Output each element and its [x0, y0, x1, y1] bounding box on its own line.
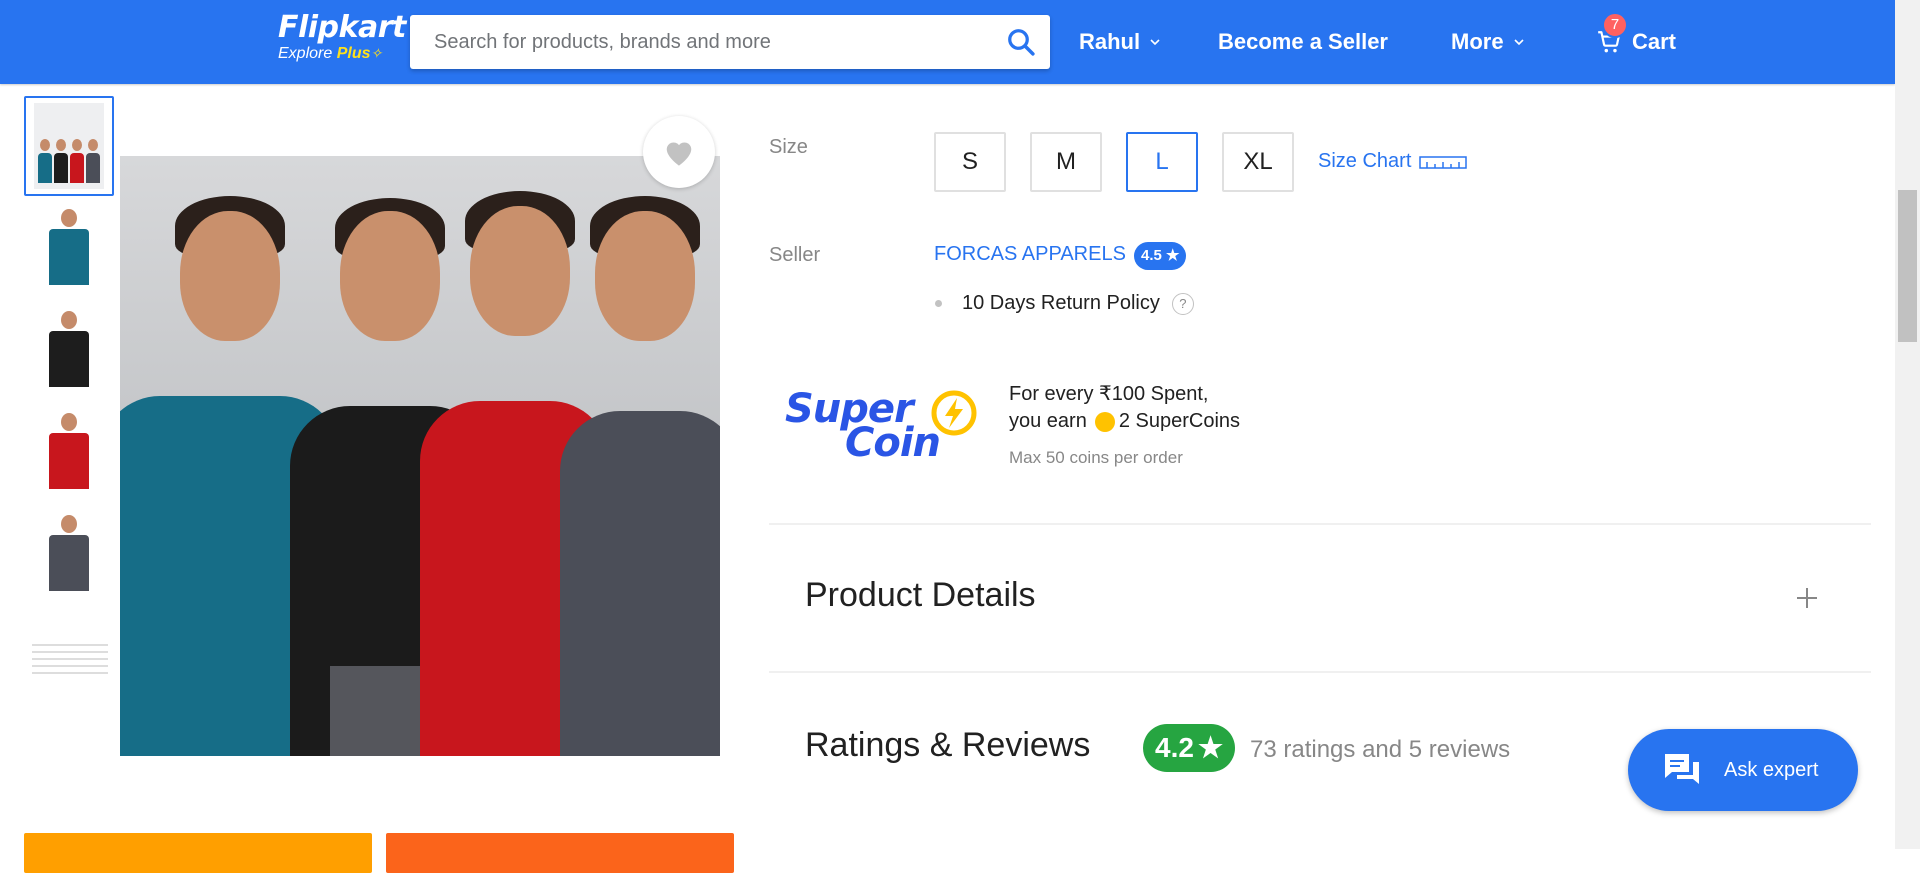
- thumbnail-size-chart[interactable]: [32, 644, 108, 678]
- wishlist-button[interactable]: [643, 116, 715, 188]
- logo-tagline: Explore Plus✧: [278, 44, 398, 63]
- ruler-icon: [1419, 155, 1468, 169]
- supercoin-offer-line1: For every ₹100 Spent,: [1009, 383, 1209, 405]
- thumbnail-image: [34, 409, 104, 495]
- expand-plus-icon[interactable]: [1792, 583, 1822, 613]
- ratings-reviews-heading: Ratings & Reviews: [805, 726, 1091, 764]
- chat-bubbles-icon: [1665, 754, 1699, 784]
- size-chart-label: Size Chart: [1318, 150, 1412, 172]
- size-option-l[interactable]: L: [1126, 132, 1198, 192]
- thumbnail-image: [34, 205, 104, 291]
- size-option-s[interactable]: S: [934, 132, 1006, 192]
- size-option-m[interactable]: M: [1030, 132, 1102, 192]
- section-divider: [769, 671, 1871, 673]
- rating-summary: 73 ratings and 5 reviews: [1250, 736, 1511, 763]
- flipkart-logo[interactable]: Flipkart Explore Plus✧: [278, 10, 406, 70]
- return-policy: 10 Days Return Policy ?: [935, 292, 1194, 315]
- more-menu[interactable]: More: [1451, 24, 1526, 60]
- model-teal: [120, 156, 340, 756]
- coin-icon: [1094, 411, 1115, 432]
- ask-expert-button[interactable]: Ask expert: [1628, 729, 1858, 811]
- buy-now-button[interactable]: [386, 833, 734, 873]
- page-scrollbar[interactable]: [1895, 0, 1920, 849]
- search-bar: [410, 15, 1050, 69]
- seller-label: Seller: [769, 244, 821, 266]
- size-option-xl[interactable]: XL: [1222, 132, 1294, 192]
- product-details-heading[interactable]: Product Details: [805, 576, 1036, 615]
- thumbnail-3[interactable]: [24, 300, 114, 400]
- thumbnail-4[interactable]: [24, 402, 114, 502]
- account-menu[interactable]: Rahul: [1079, 24, 1162, 60]
- logo-tagline-plus: Plus: [336, 45, 371, 62]
- supercoin-offer-line2: you earn 2 SuperCoins: [1009, 410, 1240, 433]
- account-label: Rahul: [1079, 29, 1141, 54]
- model-grey: [550, 156, 720, 756]
- help-icon[interactable]: ?: [1171, 292, 1194, 315]
- scrollbar-thumb[interactable]: [1898, 190, 1917, 342]
- size-label: Size: [769, 136, 808, 158]
- thumbnail-image: [34, 307, 104, 393]
- more-label: More: [1451, 29, 1504, 54]
- plus-star-icon: ✧: [370, 45, 383, 61]
- logo-tagline-explore: Explore: [278, 45, 333, 62]
- star-icon: ★: [1161, 247, 1180, 264]
- add-to-cart-button[interactable]: [24, 833, 372, 873]
- lightning-coin-icon: [931, 390, 977, 436]
- thumbnail-image: [34, 103, 104, 189]
- seller-rating-value: 4.5: [1141, 247, 1162, 264]
- become-seller-link[interactable]: Become a Seller: [1218, 24, 1388, 60]
- section-divider: [769, 523, 1871, 525]
- bullet-icon: [935, 300, 942, 307]
- supercoin-offer-suffix: 2 SuperCoins: [1118, 410, 1241, 432]
- product-main-image[interactable]: [120, 156, 720, 756]
- thumbnail-1[interactable]: [24, 96, 114, 196]
- cart-label: Cart: [1632, 29, 1677, 54]
- overall-rating-badge: 4.2 ★: [1143, 724, 1236, 772]
- ask-expert-label: Ask expert: [1724, 758, 1819, 781]
- seller-rating-badge: 4.5 ★: [1134, 242, 1187, 270]
- star-icon: ★: [1197, 732, 1224, 763]
- supercoin-offer-prefix: you earn: [1009, 410, 1087, 432]
- chevron-down-icon: [1150, 39, 1160, 46]
- supercoin-logo: Super Coin: [785, 362, 977, 482]
- thumbnail-image: [34, 511, 104, 597]
- thumbnail-5[interactable]: [24, 504, 114, 604]
- seller-name-link[interactable]: FORCAS APPARELS: [934, 243, 1126, 266]
- supercoin-note: Max 50 coins per order: [1009, 448, 1183, 467]
- heart-icon: [666, 142, 692, 166]
- logo-text: Flipkart: [278, 10, 406, 45]
- overall-rating-value: 4.2: [1155, 732, 1194, 763]
- cart-count-badge: 7: [1602, 12, 1628, 38]
- size-chart-link[interactable]: Size Chart: [1318, 150, 1468, 173]
- thumbnail-2[interactable]: [24, 198, 114, 298]
- chevron-down-icon: [1513, 39, 1524, 46]
- return-policy-text: 10 Days Return Policy: [962, 292, 1160, 314]
- search-input[interactable]: [410, 15, 970, 69]
- search-icon[interactable]: [1006, 27, 1036, 57]
